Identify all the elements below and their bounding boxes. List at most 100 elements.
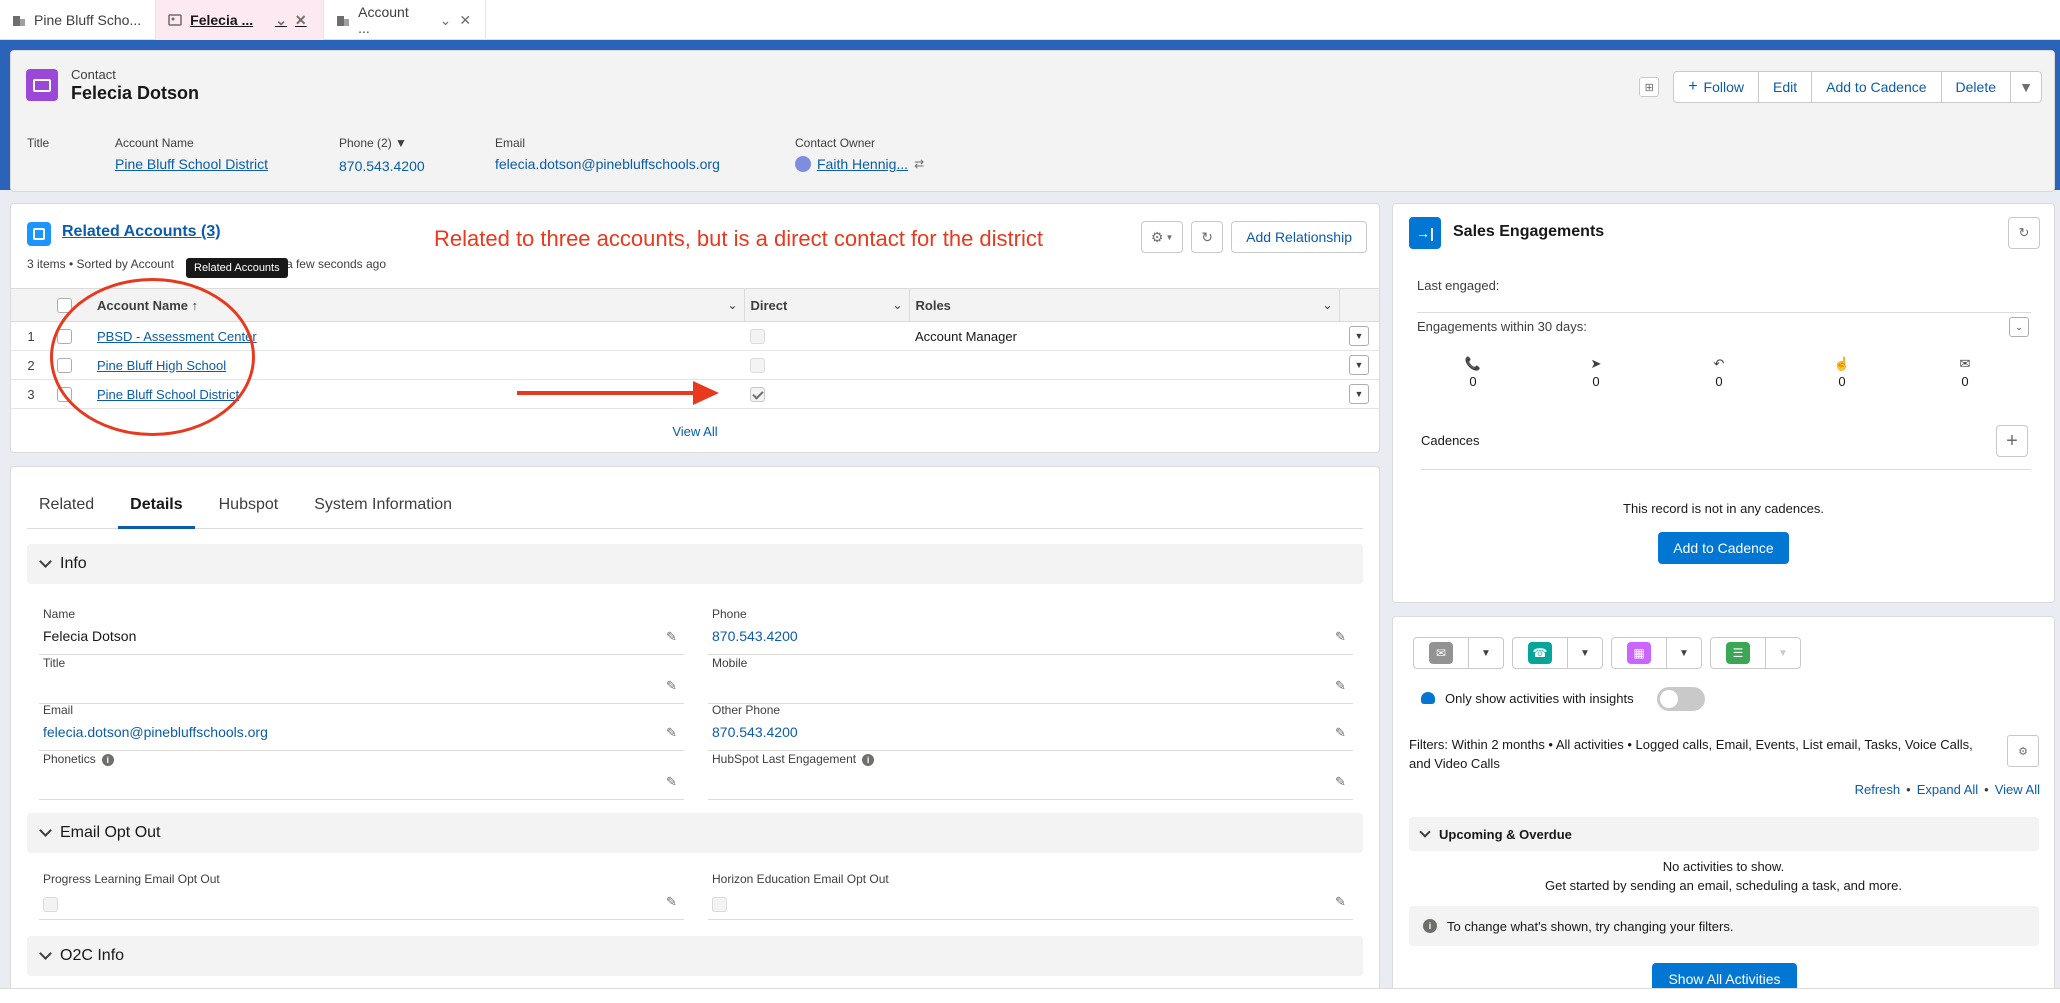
tab-pine-bluff-school[interactable]: Pine Bluff Scho... <box>0 0 157 40</box>
list-tools: ⚙ ▼ ↻ Add Relationship <box>1141 221 1367 253</box>
pencil-icon[interactable]: ✎ <box>666 725 680 740</box>
section-email-opt-out[interactable]: Email Opt Out <box>27 813 1363 853</box>
view-all-link[interactable]: View All <box>1995 782 2040 797</box>
refresh-icon: ↻ <box>1201 228 1213 245</box>
phone-link[interactable]: 870.543.4200 <box>339 158 425 174</box>
add-to-cadence-button[interactable]: Add to Cadence <box>1811 71 1942 103</box>
gear-icon: ⚙ <box>1150 228 1164 245</box>
chevron-down-icon[interactable]: ⌄ <box>727 298 737 312</box>
pencil-icon[interactable]: ✎ <box>1335 894 1349 909</box>
row-actions-button[interactable]: ▼ <box>1349 384 1369 404</box>
account-icon <box>336 13 350 27</box>
expand-engagements-button[interactable]: ⌄ <box>2009 317 2029 337</box>
change-owner-icon[interactable]: ⇄ <box>914 157 924 171</box>
account-link[interactable]: Pine Bluff School District <box>115 156 268 172</box>
row-actions-button[interactable]: ▼ <box>1349 326 1369 346</box>
phone-link[interactable]: 870.543.4200 <box>712 628 798 644</box>
new-task-button[interactable]: ☰ <box>1710 637 1766 669</box>
chevron-down-icon[interactable]: ⌄ <box>275 12 287 29</box>
add-cadence-button[interactable]: + <box>1996 425 2028 457</box>
more-actions-button[interactable]: ▼ <box>2010 71 2042 103</box>
account-icon <box>12 13 26 27</box>
log-call-dropdown[interactable]: ▼ <box>1567 637 1603 669</box>
caret-down-icon[interactable]: ▼ <box>395 136 407 150</box>
section-o2c-info[interactable]: O2C Info <box>27 936 1363 976</box>
row-actions-button[interactable]: ▼ <box>1349 355 1369 375</box>
tab-system-information[interactable]: System Information <box>302 489 464 529</box>
new-task-dropdown[interactable]: ▼ <box>1765 637 1801 669</box>
tab-account[interactable]: Account ... ⌄ ✕ <box>324 0 487 40</box>
follow-button[interactable]: + Follow <box>1673 71 1759 103</box>
highlight-phone: Phone (2) ▼ 870.543.4200 <box>339 136 425 174</box>
info-icon[interactable]: i <box>101 754 114 766</box>
phone-icon: 📞 <box>1464 356 1482 371</box>
plus-icon: + <box>1688 78 1698 95</box>
list-settings-button[interactable]: ⚙ ▼ <box>1141 221 1184 253</box>
hierarchy-icon[interactable]: ⊞ <box>1639 77 1660 97</box>
sales-engagement-icon: →| <box>1409 217 1441 249</box>
direct-checkbox <box>750 329 765 345</box>
tab-hubspot[interactable]: Hubspot <box>207 489 291 529</box>
email-button[interactable]: ✉ <box>1413 637 1469 669</box>
chevron-down-icon[interactable]: ⌄ <box>440 12 452 29</box>
pencil-icon[interactable]: ✎ <box>666 678 680 693</box>
close-icon[interactable]: ✕ <box>295 12 307 29</box>
related-accounts-icon <box>27 222 51 246</box>
opt-out-checkbox <box>712 897 727 913</box>
field-title: Title ✎ <box>39 656 684 704</box>
tab-related[interactable]: Related <box>27 489 106 529</box>
email-open-icon: ✉ <box>1959 356 1971 371</box>
avatar <box>795 156 811 172</box>
pencil-icon[interactable]: ✎ <box>666 894 680 909</box>
pencil-icon[interactable]: ✎ <box>1335 629 1349 644</box>
view-all-link[interactable]: View All <box>11 424 1379 439</box>
log-call-button[interactable]: ☎ <box>1512 637 1568 669</box>
chevron-down-icon <box>39 824 52 837</box>
related-accounts-title[interactable]: Related Accounts (3) <box>62 223 221 241</box>
engagements-label: Engagements within 30 days: <box>1417 319 1587 334</box>
delete-button[interactable]: Delete <box>1940 71 2011 103</box>
refresh-link[interactable]: Refresh <box>1855 782 1901 797</box>
refresh-button[interactable]: ↻ <box>1191 221 1224 253</box>
info-icon[interactable]: i <box>862 754 875 766</box>
email-link[interactable]: felecia.dotson@pinebluffschools.org <box>495 156 720 172</box>
column-direct[interactable]: Direct ⌄ <box>743 288 909 322</box>
new-event-button[interactable]: ▦ <box>1611 637 1667 669</box>
add-relationship-button[interactable]: Add Relationship <box>1231 221 1367 253</box>
activity-links: Refresh • Expand All • View All <box>1854 782 2040 797</box>
filter-settings-button[interactable]: ⚙ <box>2007 735 2039 767</box>
sales-engagements-title: Sales Engagements <box>1453 223 1605 240</box>
clicks-count: ☝ 0 <box>1812 356 1872 389</box>
email-dropdown[interactable]: ▼ <box>1468 637 1504 669</box>
annotation-text: Related to three accounts, but is a dire… <box>434 226 1043 251</box>
record-tabs: Related Details Hubspot System Informati… <box>27 489 1363 529</box>
info-icon: i <box>1423 919 1437 933</box>
owner-link[interactable]: Faith Hennig... <box>817 156 908 172</box>
pencil-icon[interactable]: ✎ <box>666 774 680 789</box>
edit-button[interactable]: Edit <box>1758 71 1813 103</box>
pencil-icon[interactable]: ✎ <box>666 629 680 644</box>
gear-icon: ⚙ <box>2018 745 2028 758</box>
refresh-button[interactable]: ↻ <box>2008 217 2040 249</box>
upcoming-overdue-section[interactable]: Upcoming & Overdue <box>1409 817 2039 851</box>
other-phone-link[interactable]: 870.543.4200 <box>712 724 798 740</box>
tab-felecia[interactable]: Felecia ... ⌄ ✕ <box>156 0 325 40</box>
field-horizon-education-opt-out: Horizon Education Email Opt Out ✎ <box>708 872 1353 920</box>
section-info[interactable]: Info <box>27 544 1363 584</box>
add-to-cadence-button[interactable]: Add to Cadence <box>1658 532 1789 564</box>
pencil-icon[interactable]: ✎ <box>1335 725 1349 740</box>
pencil-icon[interactable]: ✎ <box>1335 678 1349 693</box>
pencil-icon[interactable]: ✎ <box>1335 774 1349 789</box>
close-icon[interactable]: ✕ <box>459 12 471 29</box>
tab-details[interactable]: Details <box>118 489 195 529</box>
column-roles[interactable]: Roles ⌄ <box>908 288 1339 322</box>
chevron-down-icon[interactable]: ⌄ <box>892 298 902 312</box>
expand-all-link[interactable]: Expand All <box>1917 782 1978 797</box>
new-event-dropdown[interactable]: ▼ <box>1666 637 1702 669</box>
email-link[interactable]: felecia.dotson@pinebluffschools.org <box>43 724 268 740</box>
field-other-phone: Other Phone 870.543.4200 ✎ <box>708 703 1353 751</box>
chevron-down-icon[interactable]: ⌄ <box>1322 298 1332 312</box>
send-icon: ➤ <box>1590 356 1602 371</box>
insights-toggle[interactable] <box>1657 687 1705 711</box>
record-name: Felecia Dotson <box>71 83 200 103</box>
